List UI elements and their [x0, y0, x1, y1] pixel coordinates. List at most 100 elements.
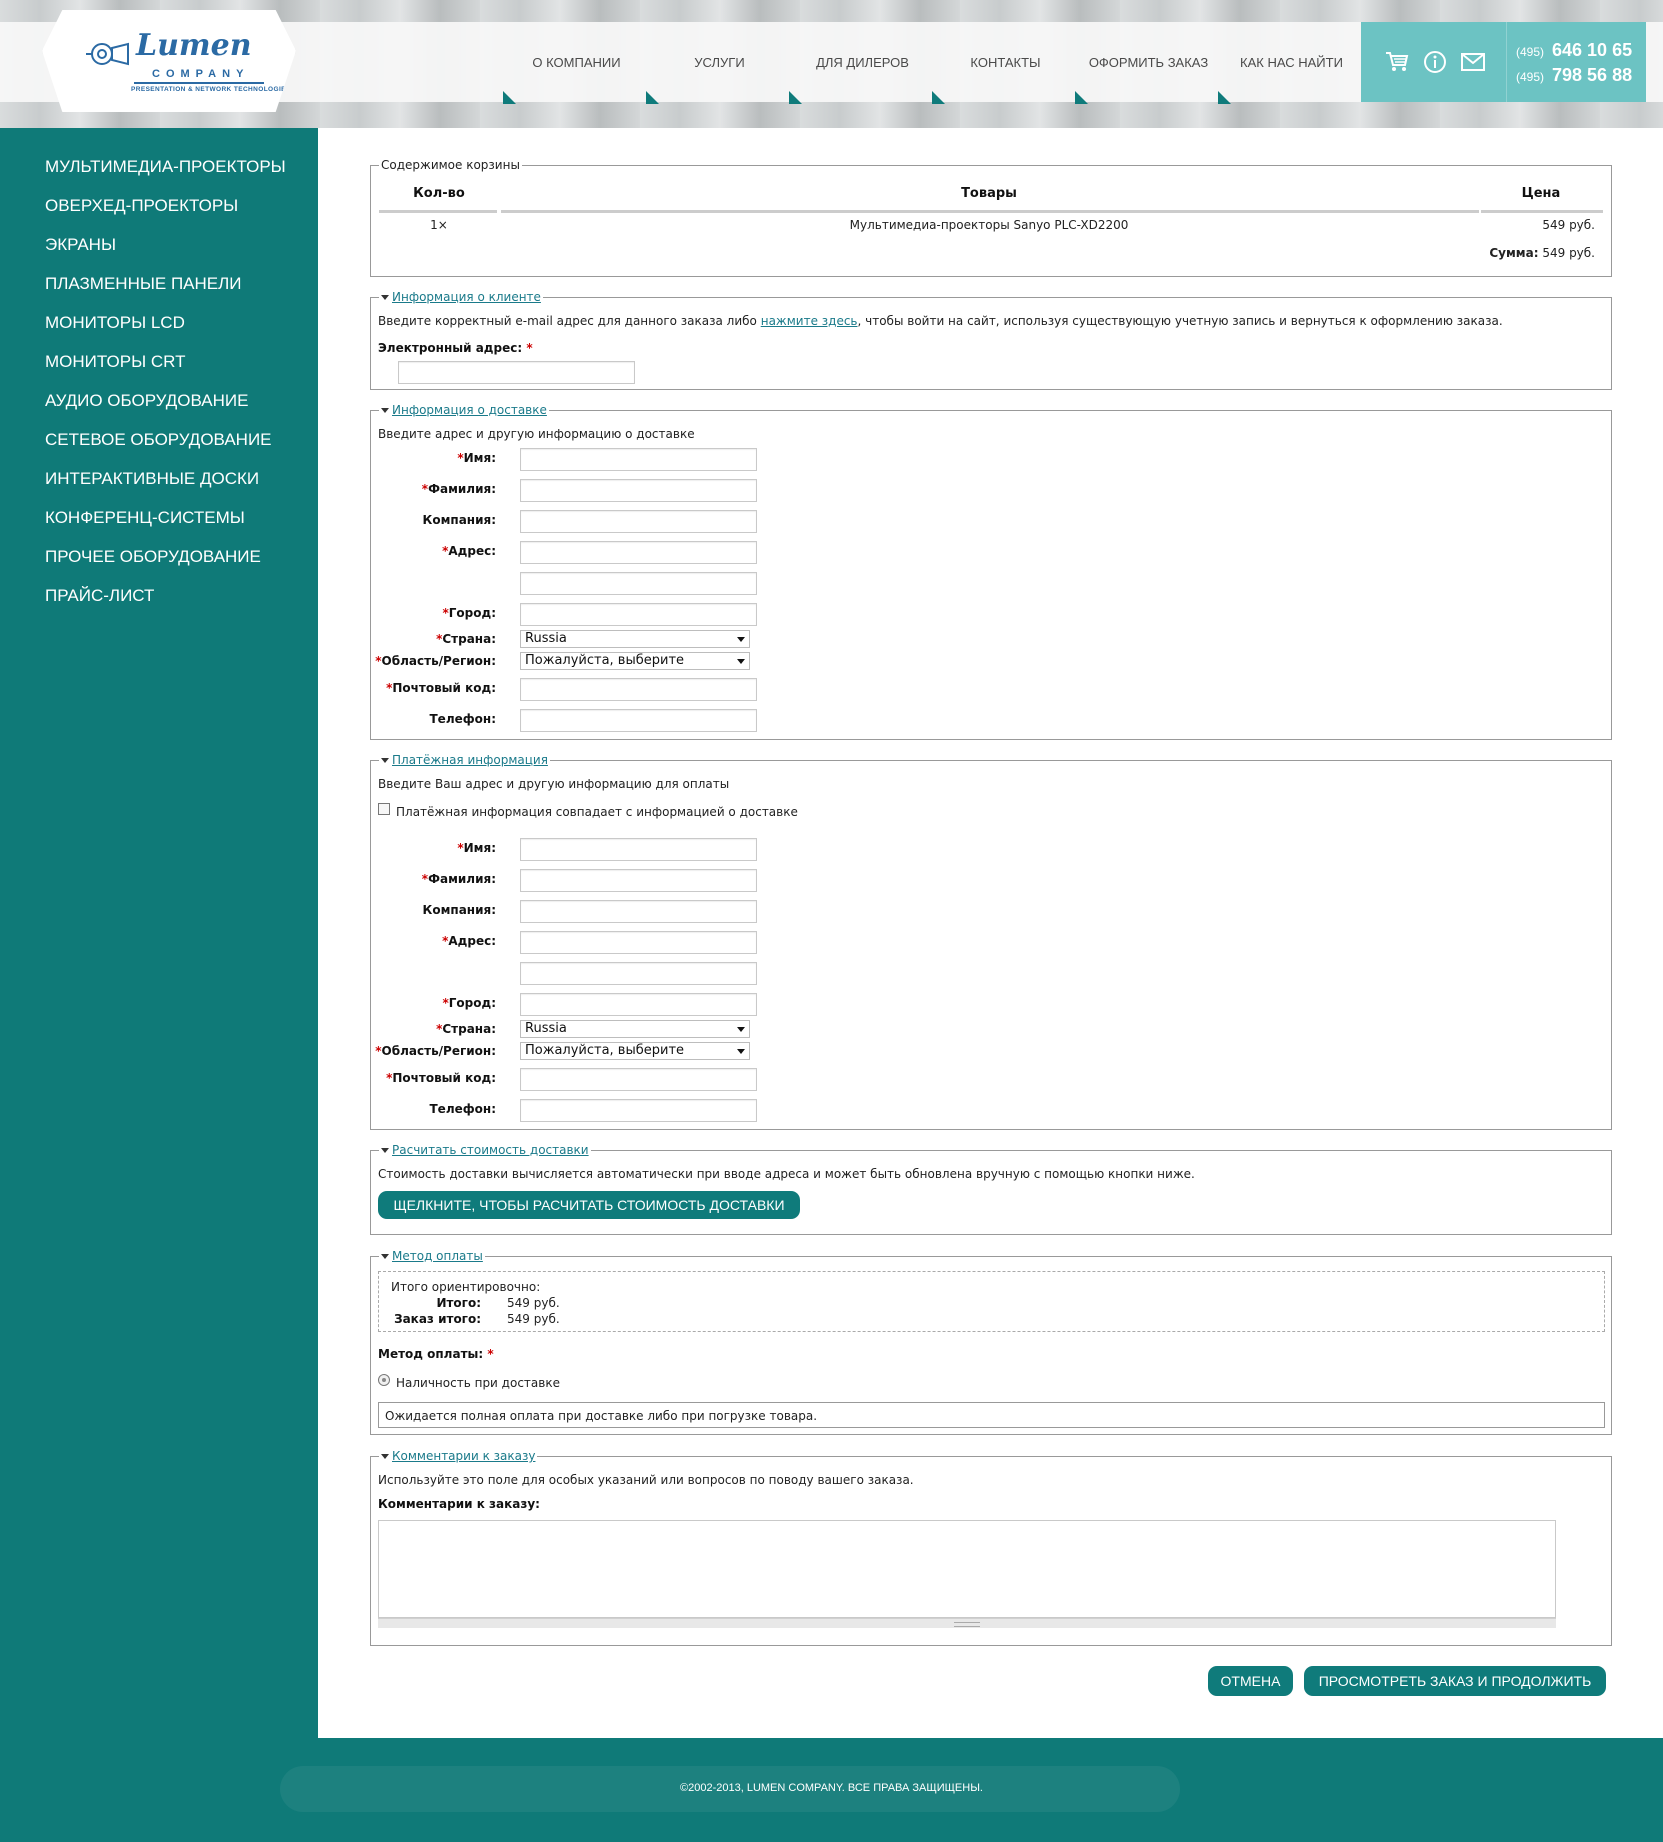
sidebar-item-other[interactable]: ПРОЧЕЕ ОБОРУДОВАНИЕ: [45, 547, 261, 567]
comments-legend-link[interactable]: Комментарии к заказу: [392, 1449, 535, 1463]
sidebar-item-boards[interactable]: ИНТЕРАКТИВНЫЕ ДОСКИ: [45, 469, 259, 489]
delivery-phone-input[interactable]: [520, 709, 757, 732]
payment-legend[interactable]: Метод оплаты: [379, 1249, 485, 1263]
payment-note-box: Ожидается полная оплата при доставке либ…: [378, 1402, 1605, 1428]
cancel-button[interactable]: ОТМЕНА: [1208, 1666, 1293, 1696]
cart-item-product[interactable]: Мультимедиа-проекторы Sanyo PLC-XD2200: [499, 218, 1479, 232]
delivery-address-input[interactable]: [520, 541, 757, 564]
logo-tagline: PRESENTATION & NETWORK TECHNOLOGIES: [131, 86, 291, 93]
nav-corner: [646, 91, 659, 104]
mail-icon[interactable]: [1461, 50, 1485, 74]
comments-textarea[interactable]: [378, 1520, 1556, 1618]
email-label-text: Электронный адрес:: [378, 341, 523, 355]
sidebar-item-network[interactable]: СЕТЕВОЕ ОБОРУДОВАНИЕ: [45, 430, 272, 450]
sidebar-item-overhead-projectors[interactable]: ОВЕРХЕД-ПРОЕКТОРЫ: [45, 196, 238, 216]
delivery-city-input[interactable]: [520, 603, 757, 626]
label-text: Фамилия:: [428, 482, 496, 496]
payment-method-label: Метод оплаты: *: [378, 1347, 494, 1361]
info-icon[interactable]: [1423, 50, 1447, 74]
cart-sum: Сумма: 549 руб.: [1279, 246, 1595, 260]
nav-item-dealers[interactable]: ДЛЯ ДИЛЕРОВ: [789, 22, 934, 104]
customer-legend[interactable]: Информация о клиенте: [379, 290, 543, 304]
delivery-country-select[interactable]: Russia: [520, 630, 750, 648]
delivery-legend[interactable]: Информация о доставке: [379, 403, 549, 417]
billing-city-label: *Город:: [371, 996, 497, 1010]
billing-zip-input[interactable]: [520, 1068, 757, 1091]
payment-fieldset: Метод оплаты Итого ориентировочно: Итого…: [370, 1249, 1612, 1435]
sidebar-item-lcd[interactable]: МОНИТОРЫ LCD: [45, 313, 185, 333]
textarea-resize-grip[interactable]: [378, 1618, 1556, 1628]
nav-item-services[interactable]: УСЛУГИ: [646, 22, 791, 104]
phone-number: 646 10 65: [1552, 40, 1633, 60]
nav-item-contacts[interactable]: КОНТАКТЫ: [932, 22, 1077, 104]
billing-region-select[interactable]: Пожалуйста, выберите: [520, 1042, 750, 1060]
sidebar-item-screens[interactable]: ЭКРАНЫ: [45, 235, 116, 255]
same-as-delivery-checkbox[interactable]: [378, 803, 390, 815]
delivery-region-select[interactable]: Пожалуйста, выберите: [520, 652, 750, 670]
delivery-fieldset: Информация о доставке Введите адрес и др…: [370, 403, 1612, 740]
sidebar-item-multimedia-projectors[interactable]: МУЛЬТИМЕДИА-ПРОЕКТОРЫ: [45, 157, 286, 177]
nav-corner: [1075, 91, 1088, 104]
sidebar-item-plasma[interactable]: ПЛАЗМЕННЫЕ ПАНЕЛИ: [45, 274, 242, 294]
contact-icons: [1385, 50, 1485, 74]
billing-last-name-input[interactable]: [520, 869, 757, 892]
delivery-company-input[interactable]: [520, 510, 757, 533]
delivery-address2-input[interactable]: [520, 572, 757, 595]
nav-label: КАК НАС НАЙТИ: [1240, 54, 1343, 70]
cart-sum-value: 549 руб.: [1542, 246, 1595, 260]
delivery-last-name-input[interactable]: [520, 479, 757, 502]
nav-item-checkout[interactable]: ОФОРМИТЬ ЗАКАЗ: [1075, 22, 1220, 104]
chevron-down-icon: [737, 1049, 745, 1054]
email-field[interactable]: [398, 361, 635, 384]
billing-zip-label: *Почтовый код:: [371, 1071, 496, 1085]
customer-legend-link[interactable]: Информация о клиенте: [392, 290, 541, 304]
same-as-delivery-label[interactable]: Платёжная информация совпадает с информа…: [396, 805, 798, 819]
cash-on-delivery-label[interactable]: Наличность при доставке: [396, 1376, 560, 1390]
sidebar-item-crt[interactable]: МОНИТОРЫ CRT: [45, 352, 185, 372]
billing-legend[interactable]: Платёжная информация: [379, 753, 550, 767]
logo[interactable]: Lumen COMPANY PRESENTATION & NETWORK TEC…: [42, 10, 296, 112]
cart-fieldset: Содержимое корзины Кол-во Товары Цена 1×…: [370, 158, 1612, 277]
customer-intro: Введите корректный e-mail адрес для данн…: [378, 314, 1503, 328]
sidebar-item-conference[interactable]: КОНФЕРЕНЦ-СИСТЕМЫ: [45, 508, 245, 528]
logo-word: Lumen: [136, 28, 252, 63]
nav-item-find-us[interactable]: КАК НАС НАЙТИ: [1218, 22, 1363, 104]
label-text: Имя:: [463, 451, 496, 465]
label-text: Почтовый код:: [392, 1071, 496, 1085]
payment-legend-link[interactable]: Метод оплаты: [392, 1249, 483, 1263]
billing-company-input[interactable]: [520, 900, 757, 923]
comments-legend[interactable]: Комментарии к заказу: [379, 1449, 538, 1463]
logo-line: [134, 82, 264, 84]
login-link[interactable]: нажмите здесь: [761, 314, 858, 328]
shipping-calc-legend-link[interactable]: Расчитать стоимость доставки: [392, 1143, 589, 1157]
delivery-address-label: *Адрес:: [371, 544, 496, 558]
sidebar-item-audio[interactable]: АУДИО ОБОРУДОВАНИЕ: [45, 391, 248, 411]
delivery-zip-input[interactable]: [520, 678, 757, 701]
shipping-calc-legend[interactable]: Расчитать стоимость доставки: [379, 1143, 591, 1157]
collapse-triangle-icon: [381, 294, 389, 300]
delivery-intro: Введите адрес и другую информацию о дост…: [378, 427, 695, 441]
label-text: Город:: [448, 606, 496, 620]
billing-address-label: *Адрес:: [371, 934, 496, 948]
sidebar-item-price-list[interactable]: ПРАЙС-ЛИСТ: [45, 586, 154, 606]
label-text: Страна:: [442, 1022, 496, 1036]
nav-item-about[interactable]: О КОМПАНИИ: [503, 22, 648, 104]
intro-text: , чтобы войти на сайт, используя существ…: [857, 314, 1503, 328]
review-order-button[interactable]: ПРОСМОТРЕТЬ ЗАКАЗ И ПРОДОЛЖИТЬ: [1304, 1666, 1606, 1696]
billing-legend-link[interactable]: Платёжная информация: [392, 753, 548, 767]
cart-icon[interactable]: [1385, 50, 1409, 74]
calculate-shipping-button[interactable]: ЩЕЛКНИТЕ, ЧТОБЫ РАСЧИТАТЬ СТОИМОСТЬ ДОСТ…: [378, 1191, 800, 1219]
billing-country-select[interactable]: Russia: [520, 1020, 750, 1038]
order-total-preview: Итого ориентировочно: Итого: 549 руб. За…: [378, 1271, 1605, 1332]
cash-on-delivery-radio[interactable]: [378, 1374, 390, 1386]
delivery-first-name-input[interactable]: [520, 448, 757, 471]
billing-phone-input[interactable]: [520, 1099, 757, 1122]
billing-city-input[interactable]: [520, 993, 757, 1016]
cart-legend: Содержимое корзины: [379, 158, 522, 172]
billing-first-name-input[interactable]: [520, 838, 757, 861]
delivery-legend-link[interactable]: Информация о доставке: [392, 403, 547, 417]
phone-row: (495) 646 10 65: [1516, 40, 1632, 65]
header-divider: [379, 210, 497, 213]
billing-address2-input[interactable]: [520, 962, 757, 985]
billing-address-input[interactable]: [520, 931, 757, 954]
